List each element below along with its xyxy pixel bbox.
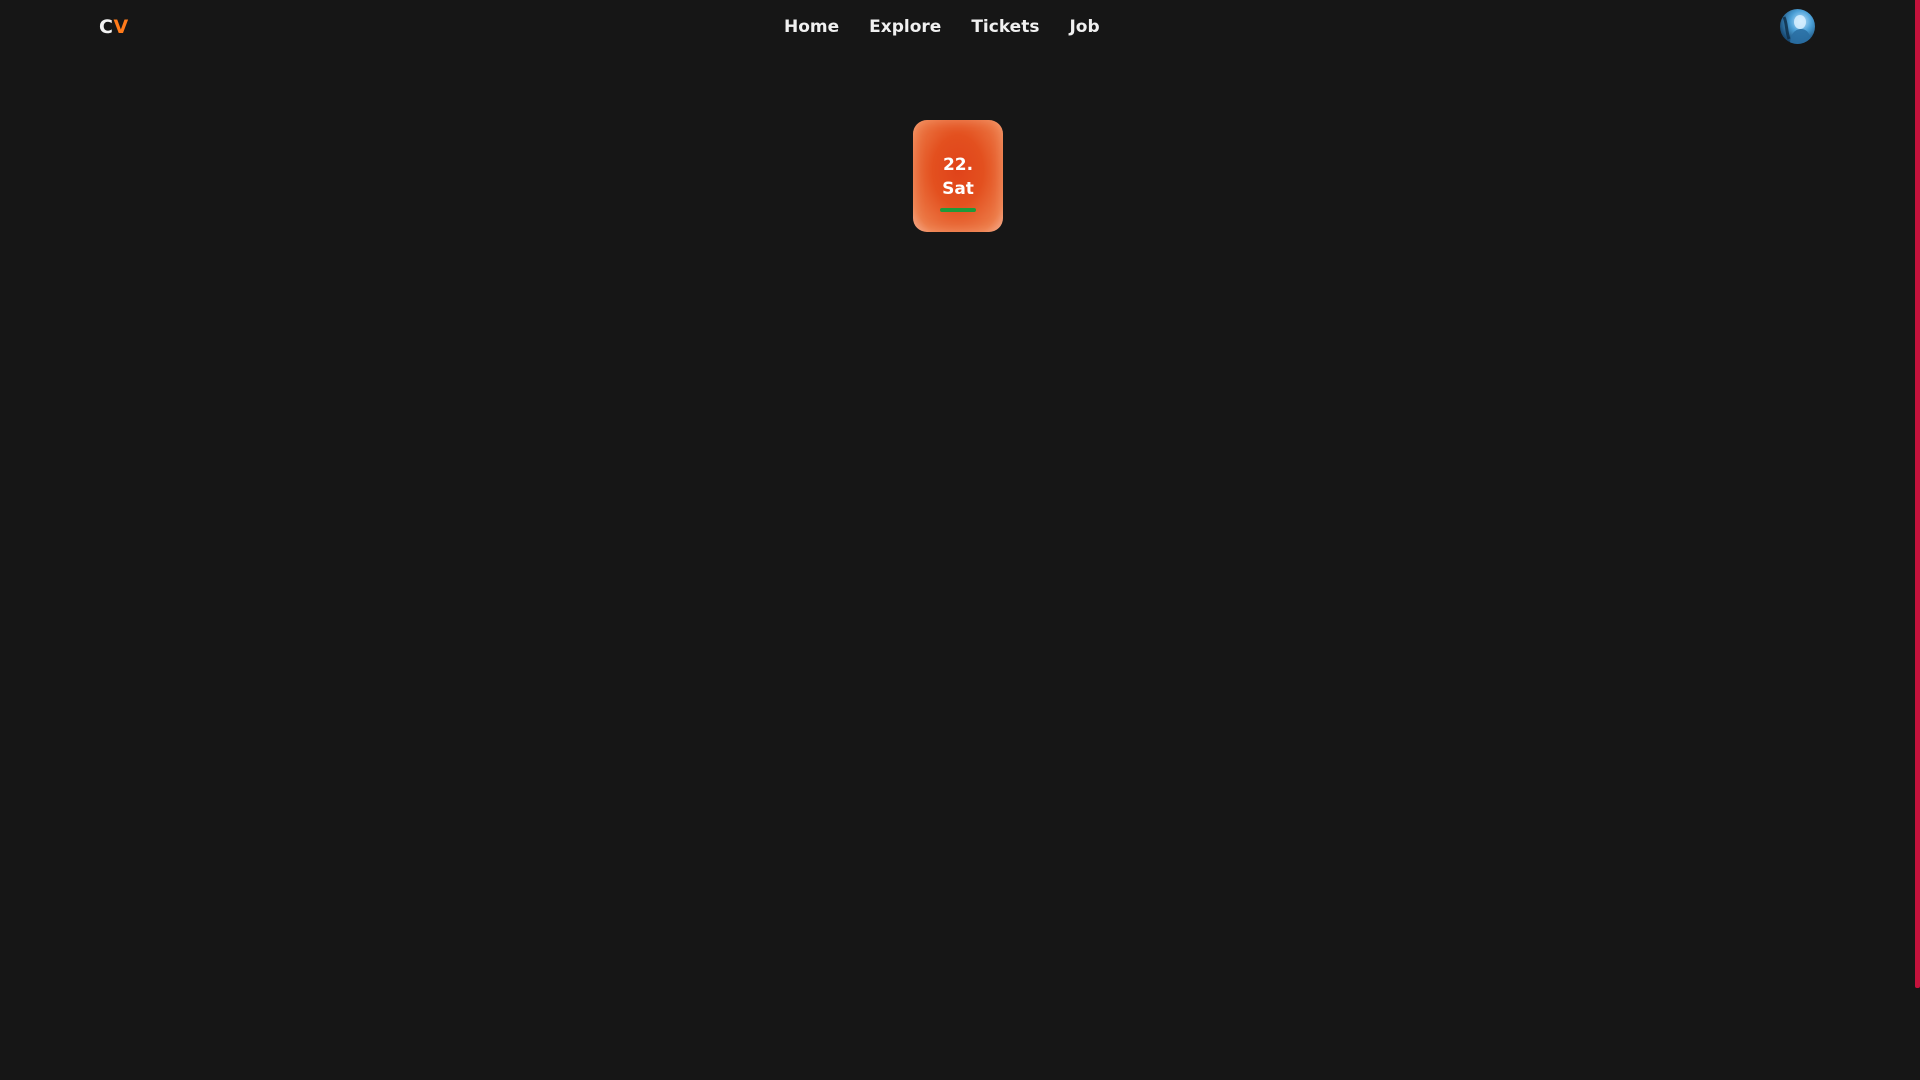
logo-letter-c: C [99, 16, 114, 38]
nav-explore-link[interactable]: Explore [869, 14, 941, 40]
scrollbar-thumb[interactable] [1915, 0, 1920, 988]
logo-letter-v: V [113, 16, 129, 38]
nav-tickets-link[interactable]: Tickets [971, 14, 1039, 40]
avatar-image [1782, 15, 1811, 44]
date-day-number: 22. [942, 155, 974, 175]
main-nav: Home Explore Tickets Job [784, 14, 1100, 40]
scrollbar-track[interactable] [1915, 0, 1920, 1080]
user-avatar-icon[interactable] [1780, 9, 1815, 44]
nav-home-link[interactable]: Home [784, 14, 839, 40]
date-weekday: Sat [942, 179, 974, 199]
logo[interactable]: CV [99, 15, 129, 39]
page: CV Home Explore Tickets Job 22. Sat [0, 0, 1920, 1080]
date-selected-indicator [940, 208, 976, 212]
nav-job-link[interactable]: Job [1069, 14, 1099, 40]
date-card[interactable]: 22. Sat [913, 120, 1003, 232]
